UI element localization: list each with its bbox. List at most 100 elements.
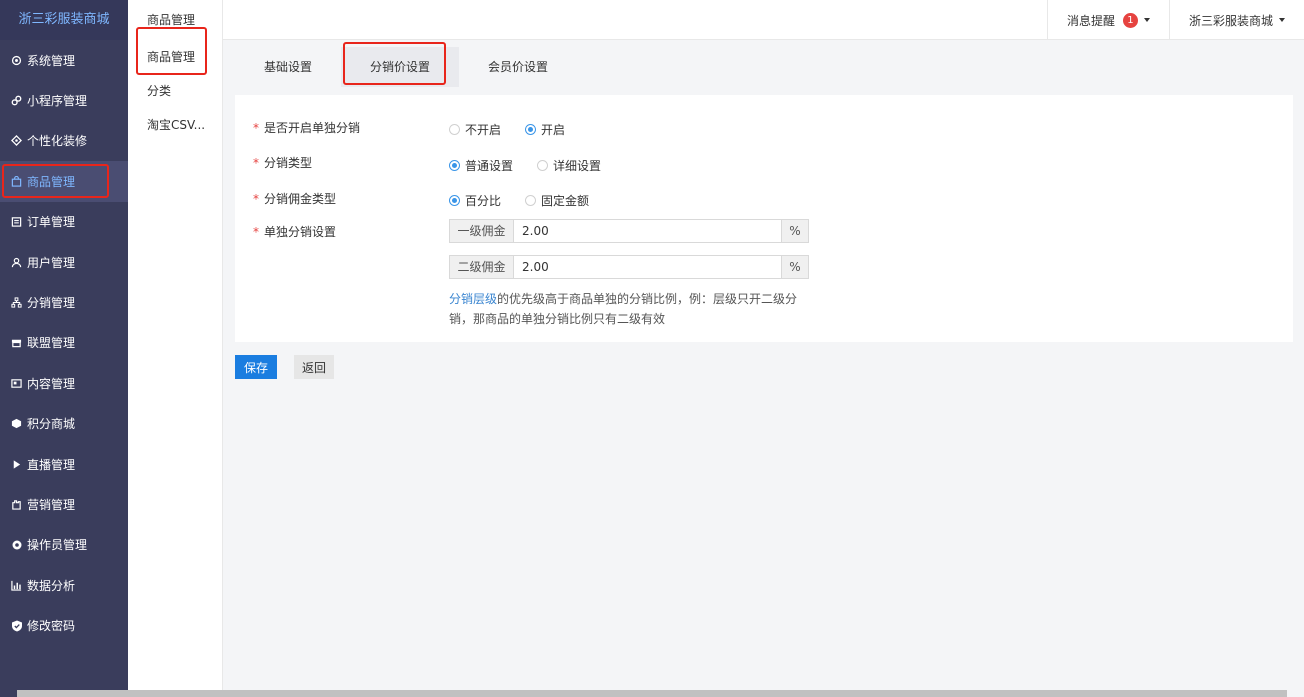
submenu-item-products[interactable]: 商品管理 [128, 40, 222, 74]
distribution-type-label: * 分销类型 [253, 156, 313, 170]
level2-commission-input[interactable] [514, 256, 781, 278]
required-mark: * [253, 192, 259, 206]
sidebar-item-users[interactable]: 用户管理 [0, 242, 128, 282]
account-dropdown[interactable]: 浙三彩服装商城 [1168, 0, 1304, 40]
sidebar-item-miniprogram[interactable]: 小程序管理 [0, 80, 128, 120]
radio-percentage[interactable]: 百分比 [449, 192, 501, 209]
level2-commission-group: 二级佣金 % [449, 255, 809, 279]
separate-distribution-label: * 是否开启单独分销 [253, 121, 361, 135]
sidebar-item-label: 系统管理 [27, 53, 76, 68]
distribution-level-link[interactable]: 分销层级 [449, 292, 497, 306]
sidebar-item-label: 用户管理 [27, 255, 76, 270]
submenu-title: 商品管理 [147, 13, 196, 27]
sidebar-item-label: 营销管理 [27, 497, 76, 512]
sidebar-item-analytics[interactable]: 数据分析 [0, 565, 128, 605]
radio-fixed-amount[interactable]: 固定金额 [525, 192, 589, 209]
sidebar-item-label: 修改密码 [27, 619, 76, 634]
radio-detailed-setting[interactable]: 详细设置 [537, 157, 601, 174]
required-mark: * [253, 121, 259, 135]
hint-text: 的优先级高于商品单独的分销比例，例：层级只开二级分销，那商品的单独分销比例只有二… [449, 292, 798, 326]
sidebar-item-system[interactable]: 系统管理 [0, 40, 128, 80]
sidebar-item-label: 订单管理 [27, 215, 76, 230]
sidebar-item-operators[interactable]: 操作员管理 [0, 525, 128, 565]
sidebar-item-label: 直播管理 [27, 457, 76, 472]
distribution-hint: 分销层级的优先级高于商品单独的分销比例，例：层级只开二级分销，那商品的单独分销比… [449, 289, 809, 329]
settings-tabs: 基础设置 分销价设置 会员价设置 [235, 47, 578, 87]
level1-commission-input[interactable] [514, 220, 781, 242]
distribution-type-radios: 普通设置 详细设置 [449, 157, 625, 174]
sidebar-item-alliance[interactable]: 联盟管理 [0, 323, 128, 363]
sidebar-item-decoration[interactable]: 个性化装修 [0, 121, 128, 161]
radio-checked-icon [449, 195, 460, 206]
messages-dropdown[interactable]: 消息提醒 1 [1046, 0, 1169, 40]
commission-type-label: * 分销佣金类型 [253, 192, 337, 206]
cog-icon [10, 538, 23, 551]
sitemap-icon [10, 296, 23, 309]
hand-icon [10, 498, 23, 511]
sidebar-item-marketing[interactable]: 营销管理 [0, 484, 128, 524]
sidebar-item-label: 联盟管理 [27, 336, 76, 351]
separate-distribution-radios: 不开启 开启 [449, 121, 589, 138]
sidebar-item-points-mall[interactable]: 积分商城 [0, 404, 128, 444]
submenu: 商品管理 商品管理 分类 淘宝CSV... [128, 0, 223, 697]
save-button[interactable]: 保存 [235, 355, 277, 379]
sidebar-item-label: 分销管理 [27, 296, 76, 311]
brand-title: 浙三彩服装商城 [0, 0, 128, 40]
sidebar-item-content[interactable]: 内容管理 [0, 363, 128, 403]
sidebar-item-live[interactable]: 直播管理 [0, 444, 128, 484]
tab-distribution-price[interactable]: 分销价设置 [341, 47, 460, 87]
gear-icon [10, 54, 23, 67]
horizontal-scrollbar[interactable] [17, 690, 1287, 697]
radio-enable-separate[interactable]: 开启 [525, 121, 565, 138]
separate-settings-label: * 单独分销设置 [253, 225, 337, 239]
sidebar-item-label: 积分商城 [27, 417, 76, 432]
level1-commission-group: 一级佣金 % [449, 219, 809, 243]
topbar-right: 消息提醒 1 浙三彩服装商城 [1046, 0, 1304, 40]
required-mark: * [253, 225, 259, 239]
play-icon [10, 458, 23, 471]
messages-label: 消息提醒 [1066, 13, 1115, 28]
caret-down-icon [1143, 18, 1150, 22]
cube-icon [10, 417, 23, 430]
sidebar-item-label: 商品管理 [27, 174, 76, 189]
radio-circle-icon [537, 160, 549, 171]
distribution-form-panel: * 是否开启单独分销 不开启 开启 * 分销类型 普通设置 详细设置 * 分销佣金类型… [235, 95, 1293, 342]
sidebar-item-products[interactable]: 商品管理 [0, 161, 128, 202]
tab-member-price[interactable]: 会员价设置 [459, 47, 578, 87]
sidebar: 浙三彩服装商城 系统管理 小程序管理 个性化装修 商品管理 订单管理 用户管理 … [0, 0, 128, 697]
tab-basic-settings[interactable]: 基础设置 [235, 47, 342, 87]
required-mark: * [253, 156, 259, 170]
radio-normal-setting[interactable]: 普通设置 [449, 157, 513, 174]
radio-circle-icon [449, 124, 460, 135]
sidebar-item-label: 操作员管理 [27, 538, 88, 553]
submenu-item-taobao-csv[interactable]: 淘宝CSV... [128, 108, 222, 142]
topbar: 消息提醒 1 浙三彩服装商城 [223, 0, 1304, 40]
link-icon [10, 94, 23, 107]
commission-type-radios: 百分比 固定金额 [449, 192, 613, 209]
percent-unit: % [781, 256, 808, 278]
bag-icon [10, 175, 23, 188]
sidebar-item-label: 内容管理 [27, 376, 76, 391]
sidebar-item-orders[interactable]: 订单管理 [0, 202, 128, 242]
sidebar-item-password[interactable]: 修改密码 [0, 605, 128, 645]
level1-commission-label: 一级佣金 [450, 220, 514, 242]
sidebar-item-label: 个性化装修 [27, 134, 88, 149]
submenu-item-category[interactable]: 分类 [128, 74, 222, 108]
back-button[interactable]: 返回 [294, 355, 334, 379]
sidebar-item-label: 小程序管理 [27, 94, 88, 109]
account-label: 浙三彩服装商城 [1188, 13, 1273, 28]
sidebar-item-distribution[interactable]: 分销管理 [0, 282, 128, 322]
caret-down-icon [1279, 18, 1285, 22]
percent-unit: % [781, 220, 808, 242]
shield-icon [10, 619, 23, 632]
radio-circle-icon [525, 195, 537, 206]
level2-commission-label: 二级佣金 [450, 256, 514, 278]
content-icon [10, 377, 23, 390]
layers-icon [10, 134, 23, 147]
radio-disable-separate[interactable]: 不开启 [449, 121, 501, 138]
calendar-icon [10, 215, 23, 228]
bar-chart-icon [10, 579, 23, 592]
sidebar-item-label: 数据分析 [27, 578, 76, 593]
store-icon [10, 336, 23, 349]
messages-badge: 1 [1122, 12, 1138, 28]
